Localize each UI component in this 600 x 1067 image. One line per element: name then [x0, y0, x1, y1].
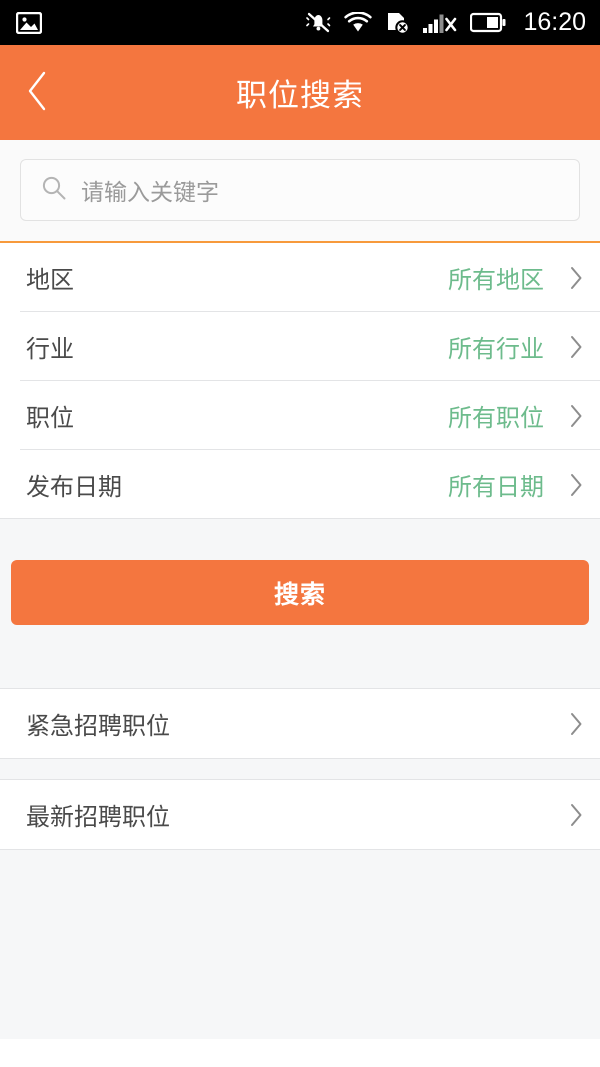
search-input-placeholder: 请输入关键字 — [81, 180, 219, 206]
filter-value: 所有行业 — [448, 335, 544, 363]
spacer-above-search-button — [0, 519, 600, 560]
mute-vibrate-icon — [306, 10, 331, 35]
filter-row-position[interactable]: 职位 所有职位 — [0, 381, 600, 450]
chevron-left-icon — [24, 69, 50, 117]
search-input[interactable]: 请输入关键字 — [20, 159, 580, 221]
link-label: 最新招聘职位 — [26, 803, 170, 831]
status-bar: 16:20 — [0, 0, 600, 45]
status-bar-clock: 16:20 — [523, 8, 586, 36]
app-header: 职位搜索 — [0, 45, 600, 140]
chevron-right-icon — [544, 403, 584, 429]
filter-label: 地区 — [26, 266, 74, 294]
chevron-right-icon — [544, 265, 584, 291]
link-label: 紧急招聘职位 — [26, 712, 170, 740]
image-notification-icon — [16, 11, 42, 34]
chevron-right-icon — [544, 472, 584, 498]
chevron-right-icon — [544, 334, 584, 360]
filter-label: 职位 — [26, 404, 74, 432]
search-area: 请输入关键字 — [0, 140, 600, 243]
spacer-between-links — [0, 758, 600, 780]
chevron-right-icon — [544, 802, 584, 828]
status-bar-left-icons — [16, 11, 42, 34]
filter-value: 所有日期 — [448, 473, 544, 501]
filter-row-industry[interactable]: 行业 所有行业 — [0, 312, 600, 381]
spacer-below-search-button — [0, 625, 600, 689]
filter-value: 所有职位 — [448, 404, 544, 432]
search-icon — [41, 175, 67, 205]
search-button[interactable]: 搜索 — [11, 560, 589, 625]
filter-row-publish-date[interactable]: 发布日期 所有日期 — [0, 450, 600, 519]
back-button[interactable] — [0, 45, 74, 140]
filter-list: 地区 所有地区 行业 所有行业 职位 所有职位 发布日期 所有日期 — [0, 243, 600, 519]
signal-no-service-icon — [423, 12, 457, 34]
link-row-urgent-jobs[interactable]: 紧急招聘职位 — [0, 689, 600, 758]
sim-error-icon — [385, 11, 411, 34]
page-title: 职位搜索 — [236, 78, 364, 114]
filter-label: 行业 — [26, 335, 74, 363]
link-row-latest-jobs[interactable]: 最新招聘职位 — [0, 780, 600, 849]
wifi-icon — [344, 12, 373, 33]
page-bottom-empty-area — [0, 849, 600, 1039]
filter-row-region[interactable]: 地区 所有地区 — [0, 243, 600, 312]
battery-icon — [470, 12, 506, 33]
filter-value: 所有地区 — [448, 266, 544, 294]
search-button-container: 搜索 — [0, 560, 600, 625]
filter-label: 发布日期 — [26, 473, 122, 501]
status-bar-right-icons: 16:20 — [306, 10, 586, 35]
chevron-right-icon — [544, 711, 584, 737]
quick-link-list: 紧急招聘职位 最新招聘职位 — [0, 689, 600, 849]
